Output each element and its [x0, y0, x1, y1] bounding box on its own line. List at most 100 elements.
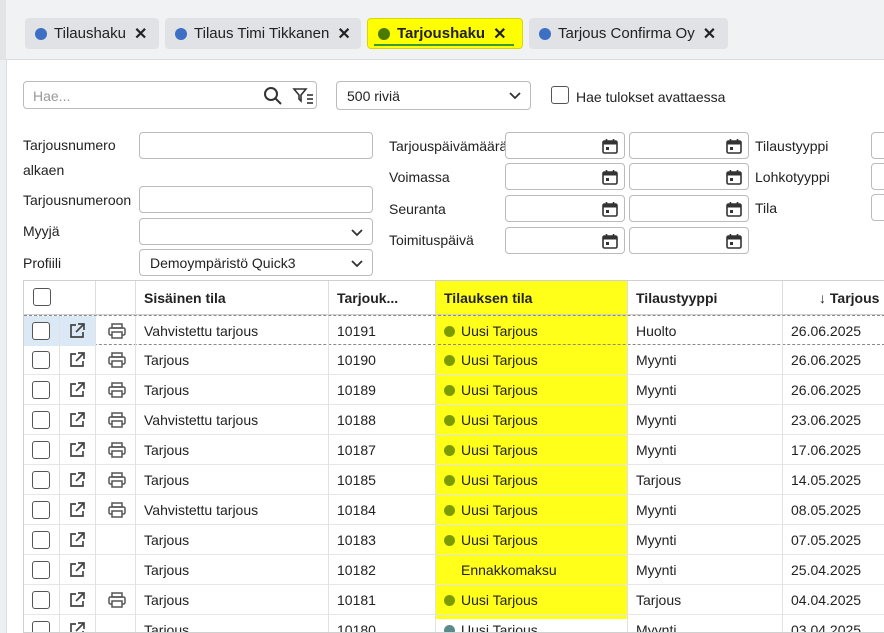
tila-select[interactable]	[871, 194, 884, 221]
tab-tilaushaku[interactable]: Tilaushaku ✕	[25, 18, 159, 49]
open-external-icon[interactable]	[68, 621, 86, 633]
print-icon[interactable]	[108, 412, 126, 428]
cell-tilauksen-tila: Uusi Tarjous	[436, 615, 628, 632]
header-tarjousnumero[interactable]: Tarjouk...	[329, 281, 436, 315]
tab-tarjous-confirma-oy[interactable]: Tarjous Confirma Oy ✕	[529, 18, 728, 49]
calendar-icon[interactable]	[726, 201, 742, 217]
toimituspaiva-to-date-field[interactable]	[629, 227, 749, 254]
print-icon[interactable]	[108, 382, 126, 398]
tilaustyyppi-select[interactable]	[871, 132, 884, 159]
header-sisainen-tila[interactable]: Sisäinen tila	[136, 281, 329, 315]
header-tilauksen-tila[interactable]: Tilauksen tila	[436, 281, 628, 315]
row-checkbox[interactable]	[32, 441, 50, 459]
tab-dot-icon	[378, 27, 390, 40]
header-tarjouspvm[interactable]: ↓ Tarjous	[783, 281, 884, 315]
cell-sisainen-tila: Tarjous	[136, 375, 329, 405]
cell-tarjouspvm: 04.04.2025	[791, 592, 862, 608]
filter-icon[interactable]	[292, 86, 314, 106]
lohkotyyppi-select[interactable]	[871, 163, 884, 190]
cell-sisainen-tila: Tarjous	[136, 465, 329, 495]
table-row[interactable]: Tarjous 10185 Uusi Tarjous Tarjous 14.05.202…	[24, 465, 884, 495]
search-input[interactable]: Hae...	[23, 81, 317, 109]
print-icon[interactable]	[108, 352, 126, 368]
table-row[interactable]: Tarjous 10187 Uusi Tarjous Myynti 17.06.2025	[24, 435, 884, 465]
open-external-icon[interactable]	[68, 591, 86, 609]
open-cell	[60, 495, 96, 525]
table-row[interactable]: Tarjous 10183 Uusi Tarjous Myynti 07.05.2025	[24, 525, 884, 555]
open-external-icon[interactable]	[68, 561, 86, 579]
myyja-select[interactable]	[139, 218, 373, 245]
voimassa-to-date-field[interactable]	[629, 163, 749, 190]
row-checkbox[interactable]	[32, 591, 50, 609]
open-external-icon[interactable]	[68, 351, 86, 369]
print-icon[interactable]	[108, 502, 126, 518]
toimituspaiva-from-date-field[interactable]	[505, 227, 625, 254]
open-external-icon[interactable]	[68, 411, 86, 429]
table-row[interactable]: Tarjous 10189 Uusi Tarjous Myynti 26.06.2025	[24, 375, 884, 405]
row-checkbox[interactable]	[32, 322, 50, 340]
print-icon[interactable]	[108, 472, 126, 488]
row-checkbox[interactable]	[32, 411, 50, 429]
status-dot-icon	[444, 475, 455, 486]
print-icon[interactable]	[108, 442, 126, 458]
tab-tarjoushaku[interactable]: Tarjoushaku ✕	[367, 18, 523, 49]
seuranta-to-date-field[interactable]	[629, 195, 749, 222]
open-external-icon[interactable]	[68, 531, 86, 549]
cell-tilaustyyppi: Tarjous	[628, 465, 783, 495]
header-tilaustyyppi[interactable]: Tilaustyyppi	[628, 281, 783, 315]
voimassa-from-date-field[interactable]	[505, 163, 625, 190]
table-row[interactable]: Vahvistettu tarjous 10184 Uusi Tarjous Myyn…	[24, 495, 884, 525]
close-icon[interactable]: ✕	[703, 24, 716, 44]
open-external-icon[interactable]	[68, 381, 86, 399]
table-row[interactable]: Vahvistettu tarjous 10191 Uusi Tarjous Huol…	[24, 315, 884, 346]
profiili-select[interactable]: Demoympäristö Quick3	[139, 249, 373, 276]
row-checkbox[interactable]	[32, 621, 50, 632]
tab-label: Tarjoushaku	[397, 25, 486, 42]
close-icon[interactable]: ✕	[337, 24, 350, 44]
select-all-checkbox[interactable]	[33, 288, 51, 306]
table-row[interactable]: Tarjous 10181 Uusi Tarjous Tarjous 04.04.202…	[24, 585, 884, 615]
tab-tilaus-timi-tikkanen[interactable]: Tilaus Timi Tikkanen ✕	[165, 18, 361, 49]
search-icon[interactable]	[263, 86, 283, 106]
cell-tarjousnumero: 10191	[329, 316, 436, 346]
print-cell	[96, 615, 136, 632]
table-row[interactable]: Vahvistettu tarjous 10188 Uusi Tarjous Myyn…	[24, 405, 884, 435]
print-icon[interactable]	[108, 323, 126, 339]
row-checkbox[interactable]	[32, 381, 50, 399]
tarjousnumeroon-field[interactable]	[139, 186, 373, 213]
cell-sisainen-tila: Tarjous	[136, 585, 329, 615]
close-icon[interactable]: ✕	[134, 24, 147, 44]
calendar-icon[interactable]	[602, 233, 618, 249]
calendar-icon[interactable]	[726, 169, 742, 185]
row-checkbox[interactable]	[32, 471, 50, 489]
calendar-icon[interactable]	[602, 169, 618, 185]
table-row[interactable]: Tarjous 10190 Uusi Tarjous Myynti 26.06.2025	[24, 345, 884, 375]
seuranta-from-date-field[interactable]	[505, 195, 625, 222]
calendar-icon[interactable]	[602, 201, 618, 217]
row-checkbox[interactable]	[32, 531, 50, 549]
row-checkbox[interactable]	[32, 501, 50, 519]
print-icon[interactable]	[108, 592, 126, 608]
rows-select[interactable]: 500 riviä	[336, 81, 531, 110]
open-external-icon[interactable]	[68, 441, 86, 459]
calendar-icon[interactable]	[726, 138, 742, 154]
table-row[interactable]: Tarjous 10180 Uusi Tarjous Myynti 03.04.2025	[24, 615, 884, 633]
open-search-checkbox[interactable]	[551, 86, 569, 104]
open-external-icon[interactable]	[68, 501, 86, 519]
calendar-icon[interactable]	[726, 233, 742, 249]
workspace-left-edge	[0, 60, 7, 633]
tarjouspaivamaara-to-date-field[interactable]	[629, 132, 749, 159]
cell-tilauksen-tila: Uusi Tarjous	[436, 375, 628, 405]
print-cell	[96, 465, 136, 495]
tarjouspaivamaara-from-date-field[interactable]	[505, 132, 625, 159]
cell-sisainen-tila: Tarjous	[136, 615, 329, 632]
table-row[interactable]: Tarjous 10182 Ennakkomaksu Myynti 25.04.2025	[24, 555, 884, 585]
open-external-icon[interactable]	[68, 322, 86, 340]
cell-tarjousnumero: 10188	[329, 405, 436, 435]
tarjousnumero-alkaen-field[interactable]	[139, 132, 373, 159]
row-checkbox[interactable]	[32, 351, 50, 369]
calendar-icon[interactable]	[602, 138, 618, 154]
row-checkbox[interactable]	[32, 561, 50, 579]
close-icon[interactable]: ✕	[493, 24, 506, 44]
open-external-icon[interactable]	[68, 471, 86, 489]
